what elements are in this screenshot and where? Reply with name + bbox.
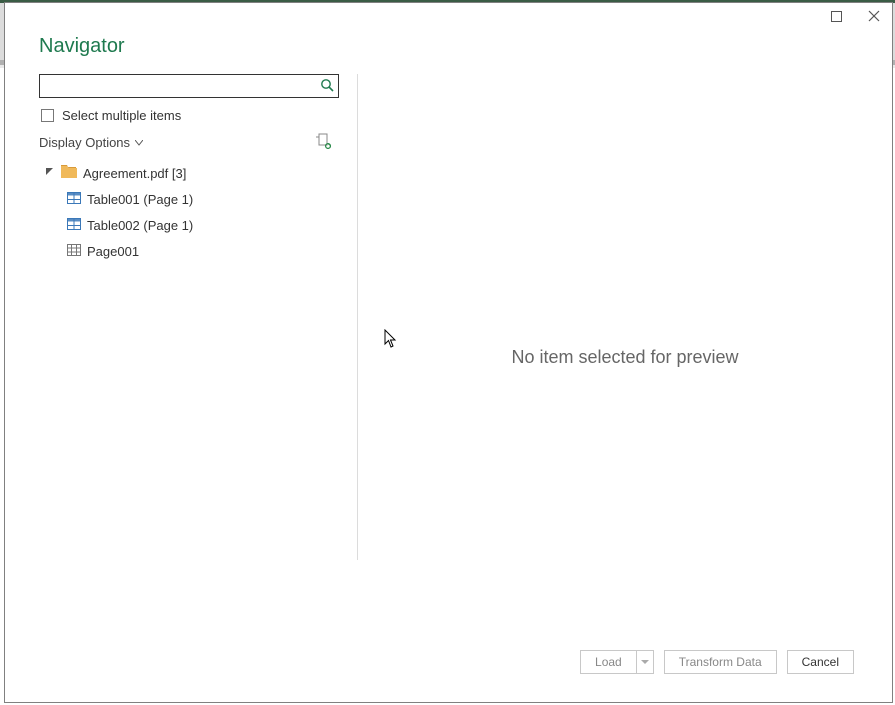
maximize-button[interactable] — [824, 6, 848, 26]
tree-root[interactable]: Agreement.pdf [3] — [39, 160, 343, 186]
collapse-icon[interactable] — [45, 167, 55, 179]
cursor-icon — [384, 329, 398, 354]
close-icon — [868, 10, 880, 22]
tree-item-page001[interactable]: Page001 — [39, 238, 343, 264]
titlebar — [5, 3, 892, 29]
chevron-down-icon — [135, 140, 143, 146]
tree-item-label: Table002 (Page 1) — [87, 218, 193, 233]
tree-root-label: Agreement.pdf [3] — [83, 166, 186, 181]
chevron-down-icon — [641, 660, 649, 665]
select-multiple-checkbox[interactable] — [41, 109, 54, 122]
tree: Agreement.pdf [3] Table001 (Page 1) Tabl… — [39, 160, 343, 264]
table-icon — [67, 192, 81, 207]
transform-data-button[interactable]: Transform Data — [664, 650, 777, 674]
close-button[interactable] — [862, 6, 886, 26]
page-icon — [67, 244, 81, 259]
preview-pane: No item selected for preview — [358, 74, 892, 640]
cancel-button[interactable]: Cancel — [787, 650, 854, 674]
cancel-button-label: Cancel — [802, 655, 839, 669]
refresh-icon[interactable] — [316, 133, 331, 152]
tree-item-table001[interactable]: Table001 (Page 1) — [39, 186, 343, 212]
folder-icon — [61, 165, 77, 181]
left-pane: Select multiple items Display Options — [5, 74, 357, 640]
display-options-label: Display Options — [39, 135, 130, 150]
search-input[interactable] — [39, 74, 339, 98]
load-dropdown-button[interactable] — [636, 650, 654, 674]
tree-item-table002[interactable]: Table002 (Page 1) — [39, 212, 343, 238]
maximize-icon — [831, 11, 842, 22]
dialog-footer: Load Transform Data Cancel — [5, 640, 892, 702]
select-multiple-label: Select multiple items — [62, 108, 181, 123]
transform-data-label: Transform Data — [679, 655, 762, 669]
load-button[interactable]: Load — [580, 650, 636, 674]
select-multiple-row[interactable]: Select multiple items — [39, 98, 343, 131]
load-button-label: Load — [595, 655, 622, 669]
navigator-dialog: Navigator Select multiple items Display … — [4, 2, 893, 703]
search-icon[interactable] — [320, 78, 334, 97]
tree-item-label: Page001 — [87, 244, 139, 259]
preview-empty-message: No item selected for preview — [511, 347, 738, 368]
tree-item-label: Table001 (Page 1) — [87, 192, 193, 207]
display-options-dropdown[interactable]: Display Options — [39, 135, 143, 150]
dialog-title: Navigator — [5, 29, 892, 74]
table-icon — [67, 218, 81, 233]
